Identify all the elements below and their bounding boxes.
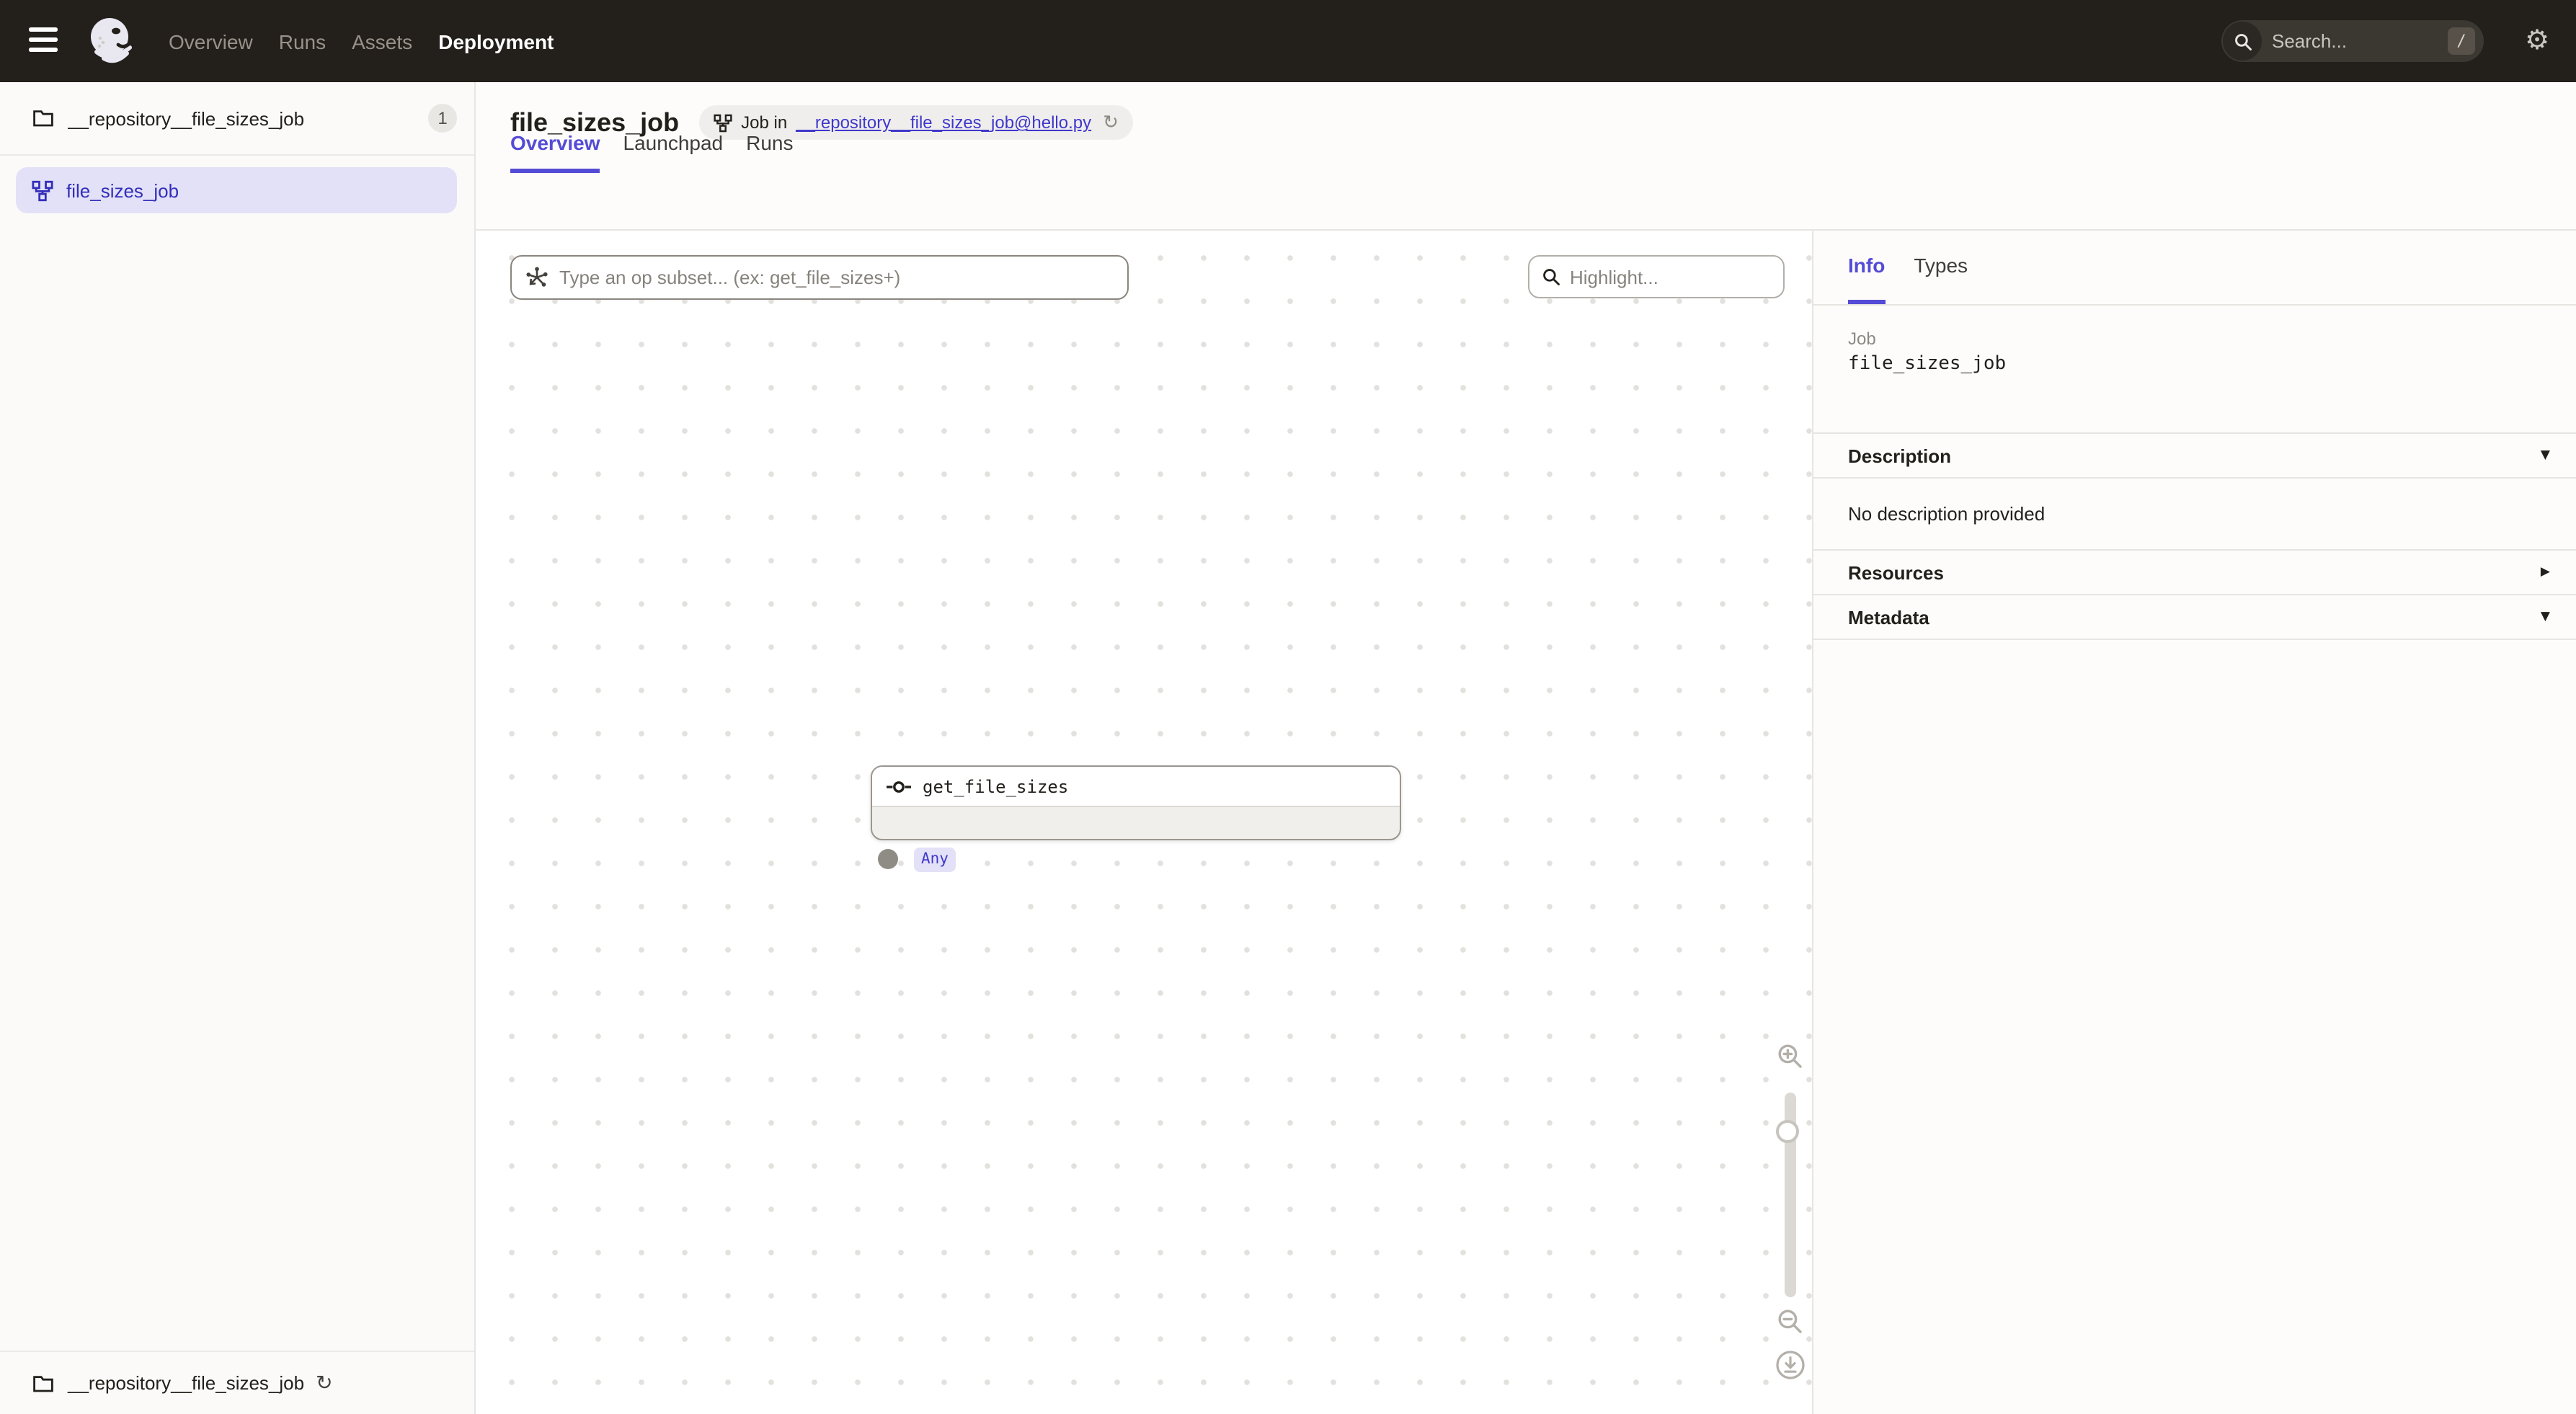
tab-runs[interactable]: Runs bbox=[746, 82, 793, 173]
search-icon bbox=[1541, 267, 1561, 287]
output-type-badge[interactable]: Any bbox=[914, 848, 956, 872]
repository-count-badge: 1 bbox=[428, 104, 457, 133]
op-output-port bbox=[878, 849, 898, 869]
job-kind-label: Job bbox=[1848, 329, 2541, 349]
repository-name: __repository__file_sizes_job bbox=[68, 107, 428, 129]
nav-item-overview[interactable]: Overview bbox=[169, 30, 253, 53]
tab-types[interactable]: Types bbox=[1914, 231, 1968, 304]
top-navigation-bar: Overview Runs Assets Deployment / ⚙ bbox=[0, 0, 2576, 82]
nav-item-runs[interactable]: Runs bbox=[279, 30, 326, 53]
page-header: file_sizes_job Job in __repository__file… bbox=[476, 82, 2576, 231]
nav-item-deployment[interactable]: Deployment bbox=[438, 30, 554, 53]
caret-right-icon: ▶ bbox=[2541, 565, 2550, 579]
section-resources-header[interactable]: Resources ▶ bbox=[1813, 549, 2576, 594]
section-description-body: No description provided bbox=[1813, 477, 2576, 549]
search-shortcut-key: / bbox=[2448, 27, 2475, 55]
search-icon bbox=[2223, 22, 2262, 61]
op-subset-filter bbox=[510, 255, 1129, 300]
tab-info[interactable]: Info bbox=[1848, 231, 1885, 304]
job-graph-icon bbox=[32, 179, 53, 201]
zoom-in-icon[interactable] bbox=[1776, 1042, 1805, 1071]
dagster-logo-icon[interactable] bbox=[84, 13, 138, 68]
section-title: Resources bbox=[1848, 561, 1944, 583]
folder-icon bbox=[32, 1371, 55, 1395]
footer-repository-name: __repository__file_sizes_job bbox=[68, 1372, 304, 1394]
reload-repository-icon[interactable]: ↻ bbox=[316, 1371, 332, 1395]
sidebar-footer-repository[interactable]: __repository__file_sizes_job ↻ bbox=[0, 1351, 474, 1414]
op-icon bbox=[887, 778, 911, 795]
folder-icon bbox=[32, 107, 55, 130]
search-input[interactable] bbox=[2263, 30, 2448, 52]
inspector-tabs: Info Types bbox=[1813, 231, 2576, 306]
job-name-value: file_sizes_job bbox=[1848, 353, 2541, 375]
gear-icon[interactable]: ⚙ bbox=[2521, 25, 2553, 56]
job-origin-link[interactable]: __repository__file_sizes_job@hello.py bbox=[796, 112, 1091, 133]
download-graph-icon[interactable] bbox=[1775, 1349, 1806, 1381]
app-window: Overview Runs Assets Deployment / ⚙ __re… bbox=[0, 0, 2576, 1414]
tab-overview[interactable]: Overview bbox=[510, 82, 600, 173]
op-node-get-file-sizes[interactable]: get_file_sizes bbox=[871, 765, 1401, 840]
sidebar-repository-row[interactable]: __repository__file_sizes_job 1 bbox=[0, 82, 474, 156]
hamburger-menu-icon[interactable] bbox=[29, 27, 58, 55]
nav-item-assets[interactable]: Assets bbox=[352, 30, 412, 53]
caret-down-icon: ▼ bbox=[2541, 448, 2550, 463]
op-graph-canvas[interactable]: get_file_sizes Any bbox=[476, 231, 1812, 1414]
section-divider bbox=[1813, 639, 2576, 640]
tab-launchpad[interactable]: Launchpad bbox=[623, 82, 724, 173]
section-title: Metadata bbox=[1848, 606, 1929, 628]
sidebar-item-file-sizes-job[interactable]: file_sizes_job bbox=[16, 167, 457, 213]
zoom-slider-handle[interactable] bbox=[1776, 1120, 1799, 1143]
section-title: Description bbox=[1848, 445, 1951, 466]
op-node-title: get_file_sizes bbox=[872, 767, 1400, 807]
reload-job-icon[interactable]: ↻ bbox=[1103, 112, 1119, 133]
inspector-sections: Description ▼ No description provided Re… bbox=[1813, 432, 2576, 640]
section-metadata-header[interactable]: Metadata ▼ bbox=[1813, 594, 2576, 639]
op-node-name: get_file_sizes bbox=[923, 776, 1068, 796]
highlight-filter bbox=[1528, 255, 1785, 298]
section-description-header[interactable]: Description ▼ bbox=[1813, 432, 2576, 477]
caret-down-icon: ▼ bbox=[2541, 610, 2550, 624]
highlight-input[interactable] bbox=[1570, 266, 1772, 288]
zoom-out-icon[interactable] bbox=[1776, 1307, 1805, 1336]
primary-nav: Overview Runs Assets Deployment bbox=[169, 0, 554, 82]
description-text: No description provided bbox=[1848, 503, 2045, 525]
op-selector-icon bbox=[525, 265, 549, 290]
page-tabs: Overview Launchpad Runs bbox=[510, 82, 794, 173]
sidebar-item-label: file_sizes_job bbox=[66, 179, 179, 201]
op-subset-input[interactable] bbox=[559, 267, 1114, 288]
global-search[interactable]: / bbox=[2221, 20, 2484, 62]
inspector-panel: Info Types Job file_sizes_job Descriptio… bbox=[1812, 231, 2576, 1414]
inspector-job-block: Job file_sizes_job bbox=[1813, 306, 2576, 375]
job-sidebar: __repository__file_sizes_job 1 file_size… bbox=[0, 82, 476, 1414]
